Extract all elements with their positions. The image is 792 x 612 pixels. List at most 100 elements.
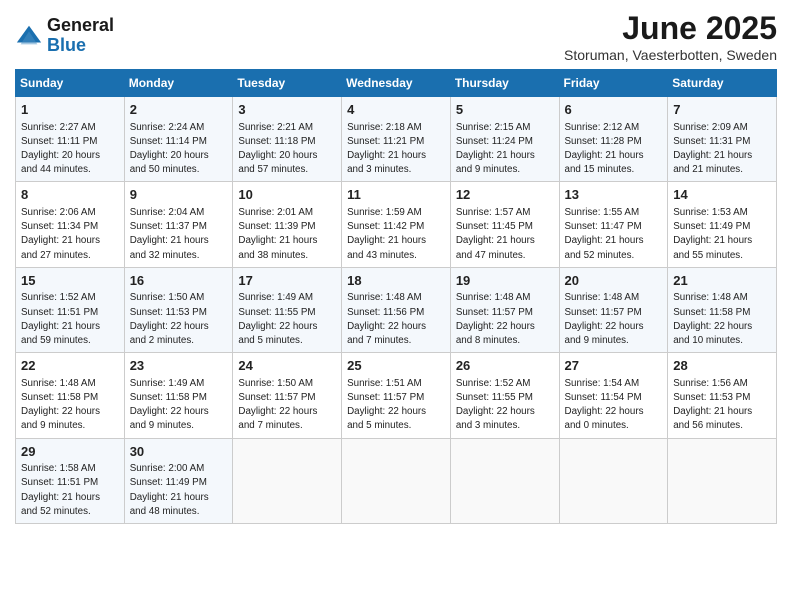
day-number: 11	[347, 186, 445, 204]
day-number: 15	[21, 272, 119, 290]
day-number: 29	[21, 443, 119, 461]
day-number: 4	[347, 101, 445, 119]
day-number: 3	[238, 101, 336, 119]
day-info: Sunrise: 1:57 AMSunset: 11:45 PMDaylight…	[456, 207, 535, 261]
day-number: 9	[130, 186, 228, 204]
day-info: Sunrise: 2:09 AMSunset: 11:31 PMDaylight…	[673, 122, 752, 176]
day-cell: 7 Sunrise: 2:09 AMSunset: 11:31 PMDayligh…	[668, 97, 777, 182]
day-number: 18	[347, 272, 445, 290]
day-info: Sunrise: 1:48 AMSunset: 11:57 PMDaylight…	[456, 292, 535, 346]
logo: General Blue	[15, 16, 114, 56]
week-row-3: 15 Sunrise: 1:52 AMSunset: 11:51 PMDaylig…	[16, 267, 777, 352]
day-cell: 6 Sunrise: 2:12 AMSunset: 11:28 PMDayligh…	[559, 97, 668, 182]
day-info: Sunrise: 2:15 AMSunset: 11:24 PMDaylight…	[456, 122, 535, 176]
day-info: Sunrise: 1:52 AMSunset: 11:51 PMDaylight…	[21, 292, 100, 346]
day-cell: 23Sunrise: 1:49 AMSunset: 11:58 PMDaylig…	[124, 353, 233, 438]
day-info: Sunrise: 2:27 AMSunset: 11:11 PMDaylight…	[21, 122, 100, 176]
day-info: Sunrise: 1:56 AMSunset: 11:53 PMDaylight…	[673, 378, 752, 432]
day-cell	[342, 438, 451, 523]
day-cell: 14Sunrise: 1:53 AMSunset: 11:49 PMDaylig…	[668, 182, 777, 267]
col-header-sunday: Sunday	[16, 70, 125, 97]
day-number: 13	[565, 186, 663, 204]
day-info: Sunrise: 2:12 AMSunset: 11:28 PMDaylight…	[565, 122, 644, 176]
day-number: 5	[456, 101, 554, 119]
day-info: Sunrise: 1:50 AMSunset: 11:53 PMDaylight…	[130, 292, 209, 346]
day-cell: 16Sunrise: 1:50 AMSunset: 11:53 PMDaylig…	[124, 267, 233, 352]
day-cell: 25 Sunrise: 1:51 AMSunset: 11:57 PMDaylig…	[342, 353, 451, 438]
day-cell	[559, 438, 668, 523]
col-header-tuesday: Tuesday	[233, 70, 342, 97]
day-info: Sunrise: 1:48 AMSunset: 11:57 PMDaylight…	[565, 292, 644, 346]
col-header-wednesday: Wednesday	[342, 70, 451, 97]
day-cell: 27Sunrise: 1:54 AMSunset: 11:54 PMDaylig…	[559, 353, 668, 438]
day-number: 24	[238, 357, 336, 375]
logo-general-text: General	[47, 16, 114, 36]
day-number: 7	[673, 101, 771, 119]
week-row-2: 8Sunrise: 2:06 AMSunset: 11:34 PMDayligh…	[16, 182, 777, 267]
day-number: 20	[565, 272, 663, 290]
day-info: Sunrise: 1:51 AMSunset: 11:57 PMDaylight…	[347, 378, 426, 432]
day-number: 8	[21, 186, 119, 204]
col-header-thursday: Thursday	[450, 70, 559, 97]
day-info: Sunrise: 2:21 AMSunset: 11:18 PMDaylight…	[238, 122, 317, 176]
day-cell: 8Sunrise: 2:06 AMSunset: 11:34 PMDayligh…	[16, 182, 125, 267]
day-number: 14	[673, 186, 771, 204]
day-info: Sunrise: 1:49 AMSunset: 11:55 PMDaylight…	[238, 292, 317, 346]
day-number: 10	[238, 186, 336, 204]
day-info: Sunrise: 2:04 AMSunset: 11:37 PMDaylight…	[130, 207, 209, 261]
day-info: Sunrise: 1:52 AMSunset: 11:55 PMDaylight…	[456, 378, 535, 432]
day-cell: 11Sunrise: 1:59 AMSunset: 11:42 PMDaylig…	[342, 182, 451, 267]
day-cell: 1 Sunrise: 2:27 AMSunset: 11:11 PMDayligh…	[16, 97, 125, 182]
day-cell: 22 Sunrise: 1:48 AMSunset: 11:58 PMDaylig…	[16, 353, 125, 438]
title-area: June 2025 Storuman, Vaesterbotten, Swede…	[564, 10, 777, 63]
day-cell: 2 Sunrise: 2:24 AMSunset: 11:14 PMDayligh…	[124, 97, 233, 182]
week-row-4: 22 Sunrise: 1:48 AMSunset: 11:58 PMDaylig…	[16, 353, 777, 438]
page-header: General Blue June 2025 Storuman, Vaester…	[15, 10, 777, 63]
day-cell: 24 Sunrise: 1:50 AMSunset: 11:57 PMDaylig…	[233, 353, 342, 438]
day-cell: 26 Sunrise: 1:52 AMSunset: 11:55 PMDaylig…	[450, 353, 559, 438]
day-number: 17	[238, 272, 336, 290]
day-number: 19	[456, 272, 554, 290]
day-number: 28	[673, 357, 771, 375]
logo-blue-text: Blue	[47, 36, 114, 56]
day-number: 22	[21, 357, 119, 375]
calendar-table: SundayMondayTuesdayWednesdayThursdayFrid…	[15, 69, 777, 524]
day-cell: 13 Sunrise: 1:55 AMSunset: 11:47 PMDaylig…	[559, 182, 668, 267]
day-cell: 29 Sunrise: 1:58 AMSunset: 11:51 PMDaylig…	[16, 438, 125, 523]
month-title: June 2025	[564, 10, 777, 47]
col-header-monday: Monday	[124, 70, 233, 97]
day-number: 1	[21, 101, 119, 119]
day-cell: 18 Sunrise: 1:48 AMSunset: 11:56 PMDaylig…	[342, 267, 451, 352]
day-info: Sunrise: 1:58 AMSunset: 11:51 PMDaylight…	[21, 463, 100, 517]
day-number: 27	[565, 357, 663, 375]
day-number: 2	[130, 101, 228, 119]
week-row-5: 29 Sunrise: 1:58 AMSunset: 11:51 PMDaylig…	[16, 438, 777, 523]
day-cell: 3 Sunrise: 2:21 AMSunset: 11:18 PMDayligh…	[233, 97, 342, 182]
day-cell: 5 Sunrise: 2:15 AMSunset: 11:24 PMDayligh…	[450, 97, 559, 182]
day-cell	[450, 438, 559, 523]
header-row: SundayMondayTuesdayWednesdayThursdayFrid…	[16, 70, 777, 97]
day-cell: 21Sunrise: 1:48 AMSunset: 11:58 PMDaylig…	[668, 267, 777, 352]
day-number: 26	[456, 357, 554, 375]
location-text: Storuman, Vaesterbotten, Sweden	[564, 47, 777, 63]
day-info: Sunrise: 1:48 AMSunset: 11:56 PMDaylight…	[347, 292, 426, 346]
day-cell: 9 Sunrise: 2:04 AMSunset: 11:37 PMDayligh…	[124, 182, 233, 267]
day-info: Sunrise: 2:18 AMSunset: 11:21 PMDaylight…	[347, 122, 426, 176]
week-row-1: 1 Sunrise: 2:27 AMSunset: 11:11 PMDayligh…	[16, 97, 777, 182]
day-info: Sunrise: 2:24 AMSunset: 11:14 PMDaylight…	[130, 122, 209, 176]
day-cell: 20 Sunrise: 1:48 AMSunset: 11:57 PMDaylig…	[559, 267, 668, 352]
day-info: Sunrise: 1:50 AMSunset: 11:57 PMDaylight…	[238, 378, 317, 432]
col-header-saturday: Saturday	[668, 70, 777, 97]
day-number: 25	[347, 357, 445, 375]
day-cell: 19 Sunrise: 1:48 AMSunset: 11:57 PMDaylig…	[450, 267, 559, 352]
day-cell	[233, 438, 342, 523]
day-info: Sunrise: 1:48 AMSunset: 11:58 PMDaylight…	[21, 378, 100, 432]
day-cell: 28 Sunrise: 1:56 AMSunset: 11:53 PMDaylig…	[668, 353, 777, 438]
day-info: Sunrise: 1:48 AMSunset: 11:58 PMDaylight…	[673, 292, 752, 346]
day-cell: 10Sunrise: 2:01 AMSunset: 11:39 PMDaylig…	[233, 182, 342, 267]
day-cell: 15 Sunrise: 1:52 AMSunset: 11:51 PMDaylig…	[16, 267, 125, 352]
col-header-friday: Friday	[559, 70, 668, 97]
day-info: Sunrise: 1:55 AMSunset: 11:47 PMDaylight…	[565, 207, 644, 261]
day-cell: 17 Sunrise: 1:49 AMSunset: 11:55 PMDaylig…	[233, 267, 342, 352]
day-number: 6	[565, 101, 663, 119]
